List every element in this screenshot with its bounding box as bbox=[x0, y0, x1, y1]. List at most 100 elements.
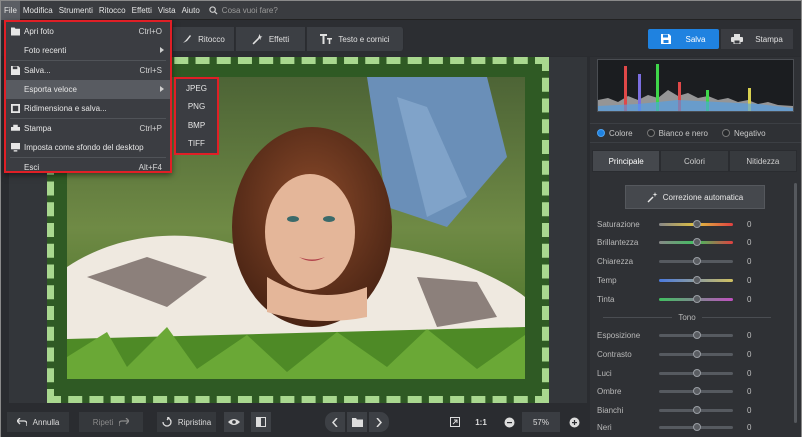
folder-icon bbox=[351, 417, 363, 427]
tab-testo-cornici[interactable]: Testo e cornici bbox=[307, 27, 404, 51]
menu-item-foto-recenti[interactable]: Foto recenti bbox=[6, 41, 170, 60]
slider-track[interactable] bbox=[659, 368, 733, 377]
save-button[interactable]: Salva bbox=[648, 29, 719, 49]
slider-brillantezza[interactable]: Brillantezza 0 bbox=[597, 235, 787, 249]
slider-track[interactable] bbox=[659, 294, 733, 303]
slider-handle[interactable] bbox=[693, 422, 701, 431]
menu-ritocco[interactable]: Ritocco bbox=[96, 1, 129, 20]
tab-ritocco[interactable]: Ritocco bbox=[173, 27, 235, 51]
export-bmp[interactable]: BMP bbox=[176, 116, 217, 135]
folder-icon bbox=[11, 27, 20, 36]
next-button[interactable] bbox=[368, 411, 390, 433]
actual-size-button[interactable]: 1:1 bbox=[469, 411, 493, 433]
slider-handle[interactable] bbox=[693, 405, 701, 414]
slider-track[interactable] bbox=[659, 349, 733, 358]
slider-bianchi[interactable]: Bianchi 0 bbox=[597, 403, 787, 417]
menu-item-label: Salva... bbox=[24, 66, 51, 75]
slider-esposizione[interactable]: Esposizione 0 bbox=[597, 328, 787, 342]
slider-label: Luci bbox=[597, 368, 612, 378]
menu-item-stampa[interactable]: Stampa Ctrl+P bbox=[6, 119, 170, 138]
undo-button[interactable]: Annulla bbox=[6, 411, 70, 433]
tab-colori[interactable]: Colori bbox=[660, 150, 729, 172]
slider-track[interactable] bbox=[659, 219, 733, 228]
radio-bianco-nero[interactable]: Bianco e nero bbox=[646, 129, 708, 138]
slider-chiarezza[interactable]: Chiarezza 0 bbox=[597, 254, 787, 268]
submenu-arrow-icon bbox=[160, 86, 164, 92]
prev-button[interactable] bbox=[324, 411, 346, 433]
auto-correct-button[interactable]: Correzione automatica bbox=[625, 185, 765, 209]
menu-item-shortcut: Ctrl+O bbox=[138, 27, 162, 36]
slider-handle[interactable] bbox=[693, 368, 701, 377]
search-placeholder: Cosa vuoi fare? bbox=[221, 5, 278, 15]
menu-vista[interactable]: Vista bbox=[155, 1, 179, 20]
slider-track[interactable] bbox=[659, 330, 733, 339]
slider-label: Esposizione bbox=[597, 330, 641, 340]
export-tiff[interactable]: TIFF bbox=[176, 135, 217, 154]
export-jpeg[interactable]: JPEG bbox=[176, 79, 217, 98]
slider-handle[interactable] bbox=[693, 386, 701, 395]
slider-track[interactable] bbox=[659, 422, 733, 431]
compare-button[interactable] bbox=[250, 411, 272, 433]
tab-effetti[interactable]: Effetti bbox=[236, 27, 306, 51]
radio-colore[interactable]: Colore bbox=[597, 129, 633, 138]
magic-wand-icon bbox=[252, 33, 263, 44]
fit-screen-button[interactable] bbox=[445, 411, 465, 433]
zoom-in-button[interactable] bbox=[565, 411, 583, 433]
panel-tabs: Principale Colori Nitidezza bbox=[592, 150, 797, 172]
slider-luci[interactable]: Luci 0 bbox=[597, 366, 787, 380]
menu-item-salva[interactable]: Salva... Ctrl+S bbox=[6, 61, 170, 80]
zoom-out-icon bbox=[504, 417, 514, 427]
slider-ombre[interactable]: Ombre 0 bbox=[597, 384, 787, 398]
menu-aiuto[interactable]: Aiuto bbox=[179, 1, 203, 20]
menu-item-ridimensiona[interactable]: Ridimensiona e salva... bbox=[6, 99, 170, 118]
preview-eye-button[interactable] bbox=[223, 411, 245, 433]
slider-neri[interactable]: Neri 0 bbox=[597, 422, 787, 432]
slider-track[interactable] bbox=[659, 256, 733, 265]
print-button[interactable]: Stampa bbox=[721, 29, 793, 49]
slider-saturazione[interactable]: Saturazione 0 bbox=[597, 217, 787, 231]
slider-contrasto[interactable]: Contrasto 0 bbox=[597, 347, 787, 361]
slider-tinta[interactable]: Tinta 0 bbox=[597, 292, 787, 306]
slider-value: 0 bbox=[747, 330, 752, 340]
slider-value: 0 bbox=[747, 219, 752, 229]
slider-value: 0 bbox=[747, 386, 752, 396]
slider-value: 0 bbox=[747, 368, 752, 378]
slider-track[interactable] bbox=[659, 405, 733, 414]
undo-label: Annulla bbox=[32, 417, 60, 427]
slider-track[interactable] bbox=[659, 275, 733, 284]
zoom-level[interactable]: 57% bbox=[521, 411, 561, 433]
menu-item-sfondo-desktop[interactable]: Imposta come sfondo del desktop bbox=[6, 138, 170, 157]
slider-handle[interactable] bbox=[693, 294, 701, 303]
search-box[interactable]: Cosa vuoi fare? bbox=[209, 6, 278, 15]
slider-label: Ombre bbox=[597, 386, 622, 396]
slider-track[interactable] bbox=[659, 237, 733, 246]
menu-effetti[interactable]: Effetti bbox=[129, 1, 155, 20]
slider-handle[interactable] bbox=[693, 330, 701, 339]
export-png[interactable]: PNG bbox=[176, 98, 217, 117]
slider-temp[interactable]: Temp 0 bbox=[597, 273, 787, 287]
radio-negativo[interactable]: Negativo bbox=[721, 129, 766, 138]
reset-button[interactable]: Ripristina bbox=[156, 411, 217, 433]
menu-item-label: Esporta veloce bbox=[24, 85, 77, 94]
panel-scrollbar[interactable] bbox=[794, 183, 797, 423]
slider-handle[interactable] bbox=[693, 219, 701, 228]
menu-item-shortcut: Alt+F4 bbox=[138, 163, 162, 172]
tab-nitidezza[interactable]: Nitidezza bbox=[728, 150, 797, 172]
redo-button[interactable]: Ripeti bbox=[78, 411, 144, 433]
menu-item-esci[interactable]: Esci Alt+F4 bbox=[6, 158, 170, 177]
menu-file[interactable]: File bbox=[1, 0, 20, 20]
slider-handle[interactable] bbox=[693, 349, 701, 358]
open-folder-button[interactable] bbox=[346, 411, 368, 433]
slider-track[interactable] bbox=[659, 386, 733, 395]
resize-icon bbox=[11, 104, 20, 113]
tab-principale[interactable]: Principale bbox=[592, 150, 661, 172]
adjustments-panel: Colore Bianco e nero Negativo Principale… bbox=[590, 57, 801, 437]
slider-handle[interactable] bbox=[693, 256, 701, 265]
menu-item-apri-foto[interactable]: Apri foto Ctrl+O bbox=[6, 22, 170, 41]
menu-modifica[interactable]: Modifica bbox=[20, 1, 56, 20]
zoom-out-button[interactable] bbox=[500, 411, 518, 433]
slider-handle[interactable] bbox=[693, 275, 701, 284]
menu-strumenti[interactable]: Strumenti bbox=[56, 1, 96, 20]
menu-item-esporta-veloce[interactable]: Esporta veloce bbox=[6, 80, 170, 99]
slider-handle[interactable] bbox=[693, 237, 701, 246]
